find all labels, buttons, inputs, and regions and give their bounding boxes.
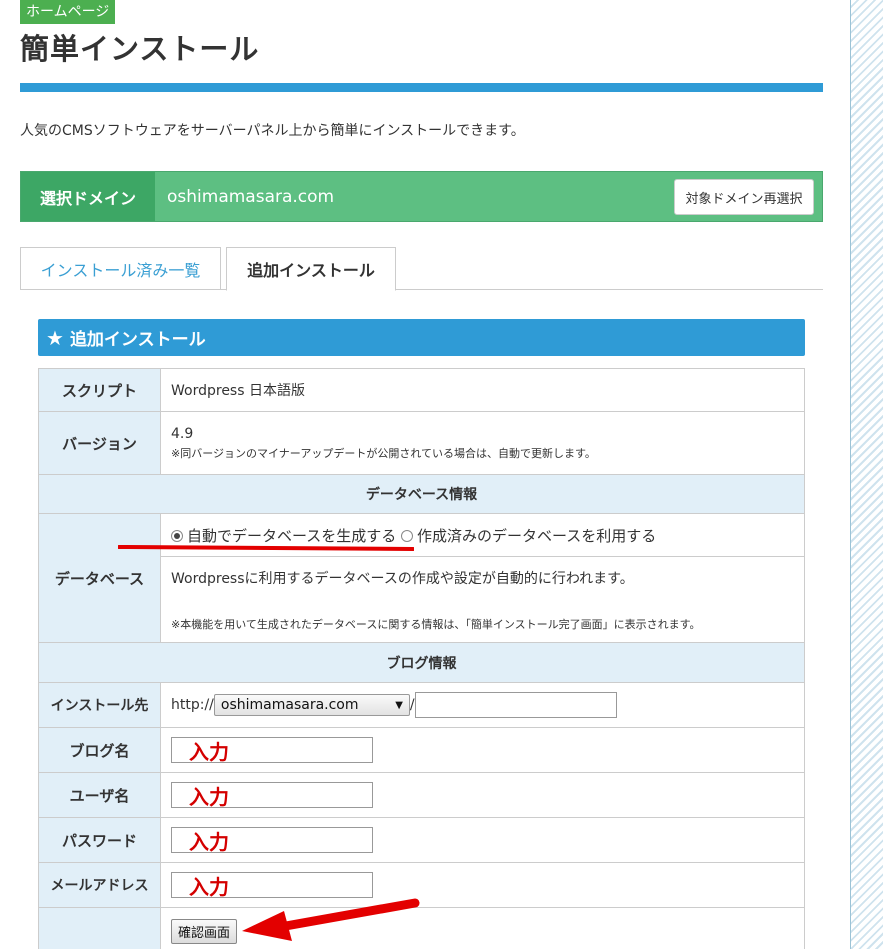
input-hint: 入力 <box>189 875 229 899</box>
db-note: ※本機能を用いて生成されたデータベースに関する情報は、「簡単インストール完了画面… <box>171 617 701 631</box>
tab-installed-list[interactable]: インストール済み一覧 <box>20 247 221 290</box>
password-label: パスワード <box>38 817 161 863</box>
submit-label-cell <box>38 907 161 949</box>
install-prefix: http:// <box>171 697 214 713</box>
row-version: バージョン 4.9 ※同バージョンのマイナーアップデートが公開されている場合は、… <box>38 411 805 475</box>
row-submit: 確認画面 <box>38 907 805 949</box>
row-db-group: データベース情報 <box>38 474 805 514</box>
row-password: パスワード 入力 <box>38 817 805 863</box>
db-existing-radio[interactable] <box>401 529 414 542</box>
db-auto-radio[interactable] <box>171 529 183 542</box>
blog-name-label: ブログ名 <box>38 727 161 773</box>
script-label: スクリプト <box>38 368 161 412</box>
tab-add-install[interactable]: 追加インストール <box>226 247 396 291</box>
star-icon: ★ <box>46 325 64 350</box>
annotation-arrow-icon <box>242 898 420 941</box>
blog-group-heading: ブログ情報 <box>38 642 805 683</box>
row-install-target: インストール先 http://oshimamasara.com ▼ / <box>38 682 805 728</box>
row-email: メールアドレス 入力 <box>38 862 805 908</box>
annotation-underline <box>118 545 414 551</box>
section-header: ★ 追加インストール <box>38 319 805 356</box>
breadcrumb-badge: ホームページ <box>20 0 116 24</box>
tab-bar: インストール済み一覧 追加インストール <box>20 247 823 291</box>
row-script: スクリプト Wordpress 日本語版 <box>38 368 805 412</box>
db-auto-label[interactable]: 自動でデータベースを生成する <box>187 527 396 545</box>
reselect-domain-button[interactable]: 対象ドメイン再選択 <box>674 179 814 215</box>
input-hint: 入力 <box>189 830 229 854</box>
domain-bar: 選択ドメイン oshimamasara.com 対象ドメイン再選択 <box>20 171 823 222</box>
selected-domain: oshimamasara.com <box>167 186 335 207</box>
input-hint: 入力 <box>189 785 229 809</box>
row-blog-name: ブログ名 入力 <box>38 727 805 773</box>
user-label: ユーザ名 <box>38 772 161 818</box>
install-path-input[interactable] <box>414 692 617 718</box>
confirm-button[interactable]: 確認画面 <box>171 919 238 944</box>
db-description: Wordpressに利用するデータベースの作成や設定が自動的に行われます。 <box>171 570 634 587</box>
domain-label: 選択ドメイン <box>21 172 155 221</box>
install-domain-select[interactable]: oshimamasara.com ▼ <box>213 694 410 716</box>
row-user: ユーザ名 入力 <box>38 772 805 818</box>
db-label: データベース <box>38 513 161 643</box>
install-domain-value: oshimamasara.com <box>220 697 359 713</box>
page-title: 簡単インストール <box>20 32 260 66</box>
install-form: スクリプト Wordpress 日本語版 バージョン 4.9 ※同バージョンのマ… <box>38 368 805 949</box>
version-note: ※同バージョンのマイナーアップデートが公開されている場合は、自動で更新します。 <box>171 446 596 460</box>
page-side-stripe <box>850 0 883 949</box>
intro-text: 人気のCMSソフトウェアをサーバーパネル上から簡単にインストールできます。 <box>20 123 525 139</box>
title-divider <box>20 83 823 92</box>
row-blog-group: ブログ情報 <box>38 642 805 683</box>
section-title: 追加インストール <box>69 330 206 350</box>
db-group-heading: データベース情報 <box>38 474 805 514</box>
version-value: 4.9 <box>171 425 194 442</box>
install-label: インストール先 <box>38 682 161 728</box>
script-value: Wordpress 日本語版 <box>160 368 805 412</box>
version-label: バージョン <box>38 411 161 475</box>
db-existing-label[interactable]: 作成済みのデータベースを利用する <box>417 527 656 545</box>
dropdown-arrow-icon: ▼ <box>395 699 403 711</box>
email-label: メールアドレス <box>38 862 161 908</box>
input-hint: 入力 <box>189 740 229 764</box>
